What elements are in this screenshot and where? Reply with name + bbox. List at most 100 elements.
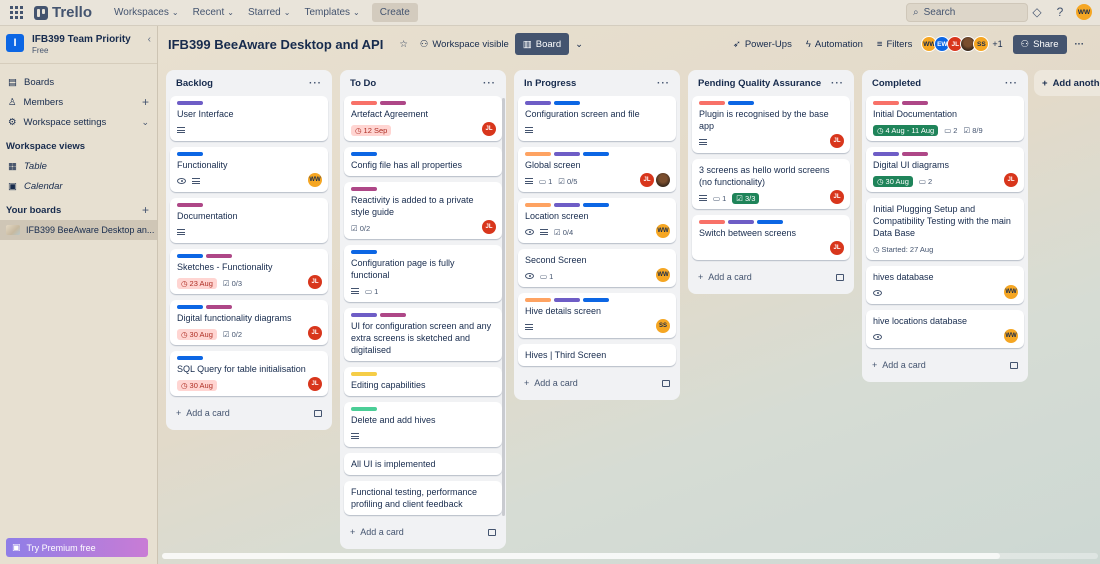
sidebar-item-table[interactable]: ▦ Table bbox=[0, 156, 157, 176]
card-template-icon[interactable] bbox=[314, 409, 322, 417]
list-scrollbar[interactable] bbox=[502, 98, 505, 516]
card[interactable]: Sketches - Functionality ◷ 23 Aug ☑ 0/3 JL bbox=[170, 249, 328, 294]
sidebar-item-calendar[interactable]: ▣ Calendar bbox=[0, 176, 157, 196]
app-switcher-icon[interactable] bbox=[10, 5, 26, 21]
share-button[interactable]: ⚇ Share bbox=[1012, 34, 1067, 54]
member-avatar[interactable]: WW bbox=[656, 268, 670, 282]
card-label[interactable] bbox=[351, 250, 377, 254]
card-label[interactable] bbox=[177, 305, 203, 309]
list-menu-icon[interactable]: ··· bbox=[483, 78, 496, 89]
card-label[interactable] bbox=[554, 101, 580, 105]
notifications-icon[interactable]: ◇ bbox=[1030, 5, 1044, 19]
try-premium-button[interactable]: ▣ Try Premium free bbox=[6, 538, 148, 557]
horizontal-scrollbar[interactable] bbox=[162, 553, 1098, 559]
card-label[interactable] bbox=[873, 101, 899, 105]
member-avatar[interactable]: JL bbox=[640, 173, 654, 187]
card-labels[interactable] bbox=[177, 152, 321, 156]
scrollbar-thumb[interactable] bbox=[162, 553, 1000, 559]
card[interactable]: Switch between screens JL bbox=[692, 215, 850, 260]
card[interactable]: Editing capabilities bbox=[344, 367, 502, 396]
card-label[interactable] bbox=[525, 152, 551, 156]
add-member-icon[interactable]: + bbox=[142, 95, 149, 109]
card-label[interactable] bbox=[728, 101, 754, 105]
list-header[interactable]: In Progress ··· bbox=[518, 70, 676, 96]
card-label[interactable] bbox=[699, 101, 725, 105]
due-date-badge[interactable]: ◷ 12 Sep bbox=[351, 124, 392, 136]
card-labels[interactable] bbox=[177, 356, 321, 360]
account-avatar[interactable]: WW bbox=[1076, 4, 1092, 20]
workspace-name[interactable]: IFB399 Team Priority bbox=[32, 34, 131, 46]
card-labels[interactable] bbox=[525, 101, 669, 105]
more-options-icon[interactable]: ··· bbox=[1069, 33, 1091, 55]
card-label[interactable] bbox=[177, 254, 203, 258]
card-template-icon[interactable] bbox=[662, 379, 670, 387]
list-menu-icon[interactable]: ··· bbox=[309, 78, 322, 89]
card-labels[interactable] bbox=[873, 101, 1017, 105]
member-avatar[interactable]: JL bbox=[482, 220, 496, 234]
menu-templates[interactable]: Templates ⌄ bbox=[298, 2, 365, 24]
sidebar-item-members[interactable]: ♙ Members + bbox=[0, 92, 157, 112]
add-board-icon[interactable]: + bbox=[142, 203, 149, 217]
due-date-badge[interactable]: ◷ 23 Aug bbox=[177, 277, 217, 289]
member-avatar[interactable]: JL bbox=[1004, 173, 1018, 187]
add-card-button[interactable]: + Add a card bbox=[344, 521, 502, 543]
list-menu-icon[interactable]: ··· bbox=[1005, 78, 1018, 89]
card[interactable]: hives database WW bbox=[866, 266, 1024, 304]
list-title[interactable]: In Progress bbox=[524, 78, 576, 89]
card-label[interactable] bbox=[583, 298, 609, 302]
card-labels[interactable] bbox=[351, 313, 495, 317]
card-labels[interactable] bbox=[351, 152, 495, 156]
card-labels[interactable] bbox=[699, 220, 843, 224]
card-label[interactable] bbox=[525, 101, 551, 105]
member-avatar[interactable]: WW bbox=[656, 224, 670, 238]
card-labels[interactable] bbox=[351, 101, 495, 105]
card[interactable]: UI for configuration screen and any extr… bbox=[344, 308, 502, 361]
card[interactable]: Configuration screen and file bbox=[518, 96, 676, 141]
card-label[interactable] bbox=[351, 372, 377, 376]
card-labels[interactable] bbox=[525, 152, 669, 156]
automation-button[interactable]: ϟ Automation bbox=[800, 33, 869, 55]
card[interactable]: Documentation bbox=[170, 198, 328, 243]
card-label[interactable] bbox=[206, 305, 232, 309]
card-label[interactable] bbox=[177, 203, 203, 207]
card-label[interactable] bbox=[177, 152, 203, 156]
card[interactable]: Second Screen ▭ 1 WW bbox=[518, 249, 676, 287]
add-card-button[interactable]: + Add a card bbox=[518, 372, 676, 394]
card-labels[interactable] bbox=[525, 203, 669, 207]
card-labels[interactable] bbox=[351, 372, 495, 376]
card-label[interactable] bbox=[757, 220, 783, 224]
list-header[interactable]: Completed ··· bbox=[866, 70, 1024, 96]
member-avatar[interactable]: JL bbox=[830, 190, 844, 204]
card-label[interactable] bbox=[554, 203, 580, 207]
menu-workspaces[interactable]: Workspaces ⌄ bbox=[108, 2, 185, 24]
menu-recent[interactable]: Recent ⌄ bbox=[187, 2, 240, 24]
add-card-button[interactable]: + Add a card bbox=[866, 354, 1024, 376]
member-avatar[interactable]: JL bbox=[830, 134, 844, 148]
card-label[interactable] bbox=[351, 407, 377, 411]
member-avatar[interactable]: WW bbox=[308, 173, 322, 187]
card-labels[interactable] bbox=[177, 203, 321, 207]
card[interactable]: 3 screens as hello world screens (no fun… bbox=[692, 159, 850, 209]
list-header[interactable]: To Do ··· bbox=[344, 70, 502, 96]
card[interactable]: Functionality WW bbox=[170, 147, 328, 192]
card[interactable]: Global screen ▭ 1 ☑ 0/5 JL bbox=[518, 147, 676, 192]
collapse-sidebar-icon[interactable]: ‹ bbox=[148, 34, 151, 45]
card-label[interactable] bbox=[583, 203, 609, 207]
card-label[interactable] bbox=[699, 220, 725, 224]
menu-starred[interactable]: Starred ⌄ bbox=[242, 2, 297, 24]
card-label[interactable] bbox=[554, 298, 580, 302]
card-labels[interactable] bbox=[873, 152, 1017, 156]
card-label[interactable] bbox=[583, 152, 609, 156]
card[interactable]: Digital UI diagrams ◷ 30 Aug ▭ 2 JL bbox=[866, 147, 1024, 192]
card-labels[interactable] bbox=[177, 101, 321, 105]
card-template-icon[interactable] bbox=[836, 273, 844, 281]
card[interactable]: Initial Plugging Setup and Compatibility… bbox=[866, 198, 1024, 260]
board-view-button[interactable]: ▥ Board bbox=[514, 33, 570, 55]
extra-members-count[interactable]: +1 bbox=[992, 39, 1002, 49]
card-label[interactable] bbox=[873, 152, 899, 156]
card-label[interactable] bbox=[351, 187, 377, 191]
list-title[interactable]: To Do bbox=[350, 78, 376, 89]
due-date-badge[interactable]: ◷ 30 Aug bbox=[873, 175, 913, 187]
list-header[interactable]: Backlog ··· bbox=[170, 70, 328, 96]
card-label[interactable] bbox=[902, 101, 928, 105]
